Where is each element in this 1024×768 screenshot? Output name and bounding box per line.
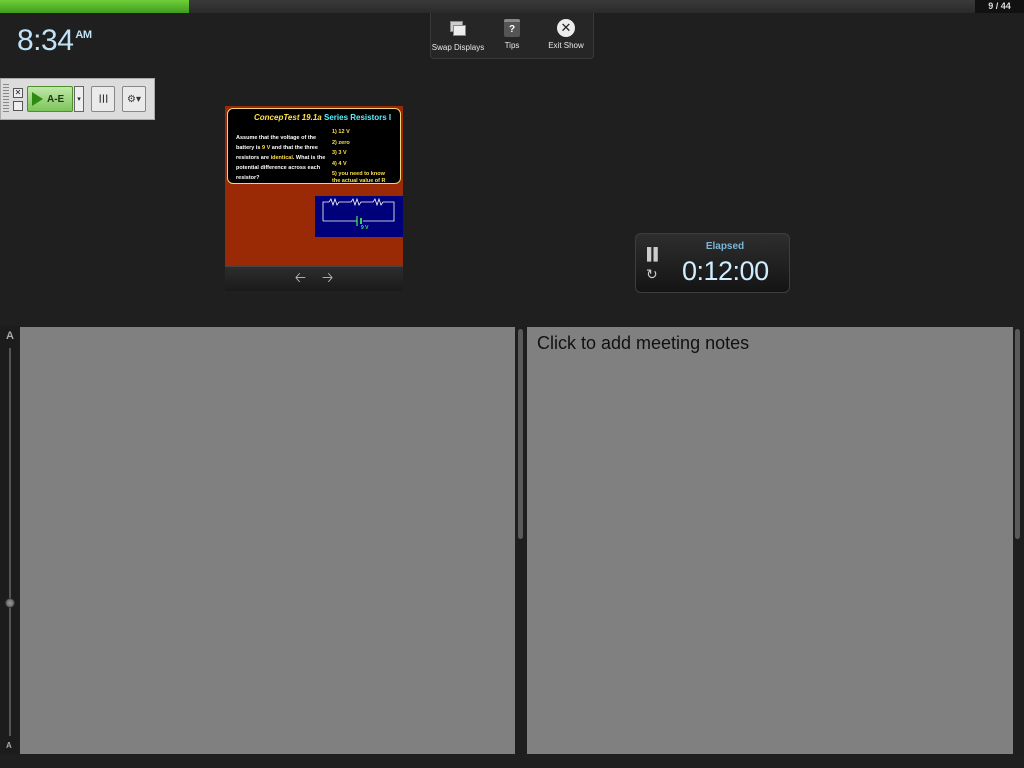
answer-1: 1) 12 V: [332, 129, 350, 135]
meeting-notes-pane[interactable]: Click to add meeting notes: [527, 327, 1013, 754]
notes-scrollbar-thumb[interactable]: [1015, 329, 1020, 539]
presenter-view: 9 / 44 8:34 AM Swap Displays ? Tips ✕ Exi…: [0, 0, 1024, 768]
gear-icon: ⚙▾: [127, 93, 141, 105]
show-results-button[interactable]: ┃┃┃: [91, 86, 115, 112]
pause-icon[interactable]: ▌▌: [647, 247, 662, 261]
timer-value: 0:12:00: [682, 256, 769, 286]
presenter-notes-pane[interactable]: [20, 327, 515, 754]
palette-window-controls: ✕: [13, 87, 23, 111]
reset-icon[interactable]: ↻: [646, 266, 658, 283]
slide-subtitle: Series Resistors I: [324, 113, 392, 122]
current-slide-preview[interactable]: ConcepTest 19.1a Series Resistors I Assu…: [225, 106, 403, 266]
notes-scrollbar[interactable]: [1013, 327, 1024, 754]
exit-show-button[interactable]: ✕ Exit Show: [541, 19, 591, 50]
swap-displays-icon: [448, 19, 468, 39]
answer-3: 3) 3 V: [332, 150, 347, 156]
tips-label: Tips: [504, 41, 520, 50]
start-poll-label: A-E: [47, 93, 65, 105]
palette-drag-handle[interactable]: [3, 84, 9, 114]
clock-ampm: AM: [75, 29, 92, 41]
timer-label: Elapsed: [705, 241, 745, 252]
answer-5: 5) you need to know the actual value of …: [332, 171, 386, 184]
palette-close-icon[interactable]: ✕: [13, 87, 23, 98]
font-size-slider[interactable]: A A: [0, 326, 19, 754]
previous-slide-icon[interactable]: 🡠: [295, 267, 306, 291]
palette-minimize-icon[interactable]: [13, 100, 23, 111]
tips-icon: ?: [504, 19, 520, 37]
elapsed-timer: Elapsed ▌▌ ↻ 0:12:00: [635, 233, 790, 293]
circuit-diagram-graphic: [322, 197, 395, 226]
clock: 8:34 AM: [17, 24, 92, 58]
answer-4: 4) 4 V: [332, 160, 347, 167]
font-large-icon: A: [6, 330, 14, 342]
swap-displays-button[interactable]: Swap Displays: [431, 19, 485, 52]
question-identical: identical: [270, 155, 293, 161]
start-poll-button[interactable]: A-E: [27, 86, 73, 112]
close-icon: ✕: [557, 19, 575, 37]
poll-type-dropdown[interactable]: ▾: [74, 86, 84, 112]
answer-2: 2) zero: [332, 139, 350, 146]
meeting-notes-placeholder[interactable]: Click to add meeting notes: [537, 333, 749, 354]
settings-button[interactable]: ⚙▾: [122, 86, 146, 112]
play-icon: [32, 92, 43, 106]
slide-title: ConcepTest 19.1a: [254, 113, 322, 122]
swap-displays-label: Swap Displays: [431, 43, 485, 52]
slide-progress-fill: [0, 0, 190, 13]
slide-counter: 9 / 44: [975, 0, 1024, 13]
slide-progress-bar: [0, 0, 975, 13]
pane-scrollbar[interactable]: [515, 327, 527, 754]
circuit-diagram: 9 V: [315, 196, 403, 237]
bar-chart-icon: ┃┃┃: [98, 96, 109, 103]
slide-navigation: 🡠 🡢: [225, 266, 403, 291]
slide-question: Assume that the voltage of the battery i…: [236, 133, 328, 183]
clock-time: 8:34: [17, 24, 74, 57]
pane-scrollbar-thumb[interactable]: [518, 329, 523, 539]
question-voltage: 9 V: [261, 145, 271, 151]
circuit-voltage-label: 9 V: [361, 225, 369, 231]
tips-button[interactable]: ? Tips: [487, 19, 537, 50]
top-toolbar: Swap Displays ? Tips ✕ Exit Show: [430, 13, 594, 59]
font-size-handle[interactable]: [5, 598, 15, 608]
font-small-icon: A: [6, 741, 12, 750]
slide-answers: 1) 12 V 2) zero 3) 3 V 4) 4 V 5) you nee…: [332, 127, 394, 185]
font-size-track: [9, 348, 11, 736]
polling-palette: ✕ A-E ▾ ┃┃┃ ⚙▾: [0, 78, 155, 120]
next-slide-icon[interactable]: 🡢: [322, 267, 333, 291]
exit-show-label: Exit Show: [548, 41, 584, 50]
slide-question-box: ConcepTest 19.1a Series Resistors I Assu…: [227, 108, 401, 184]
